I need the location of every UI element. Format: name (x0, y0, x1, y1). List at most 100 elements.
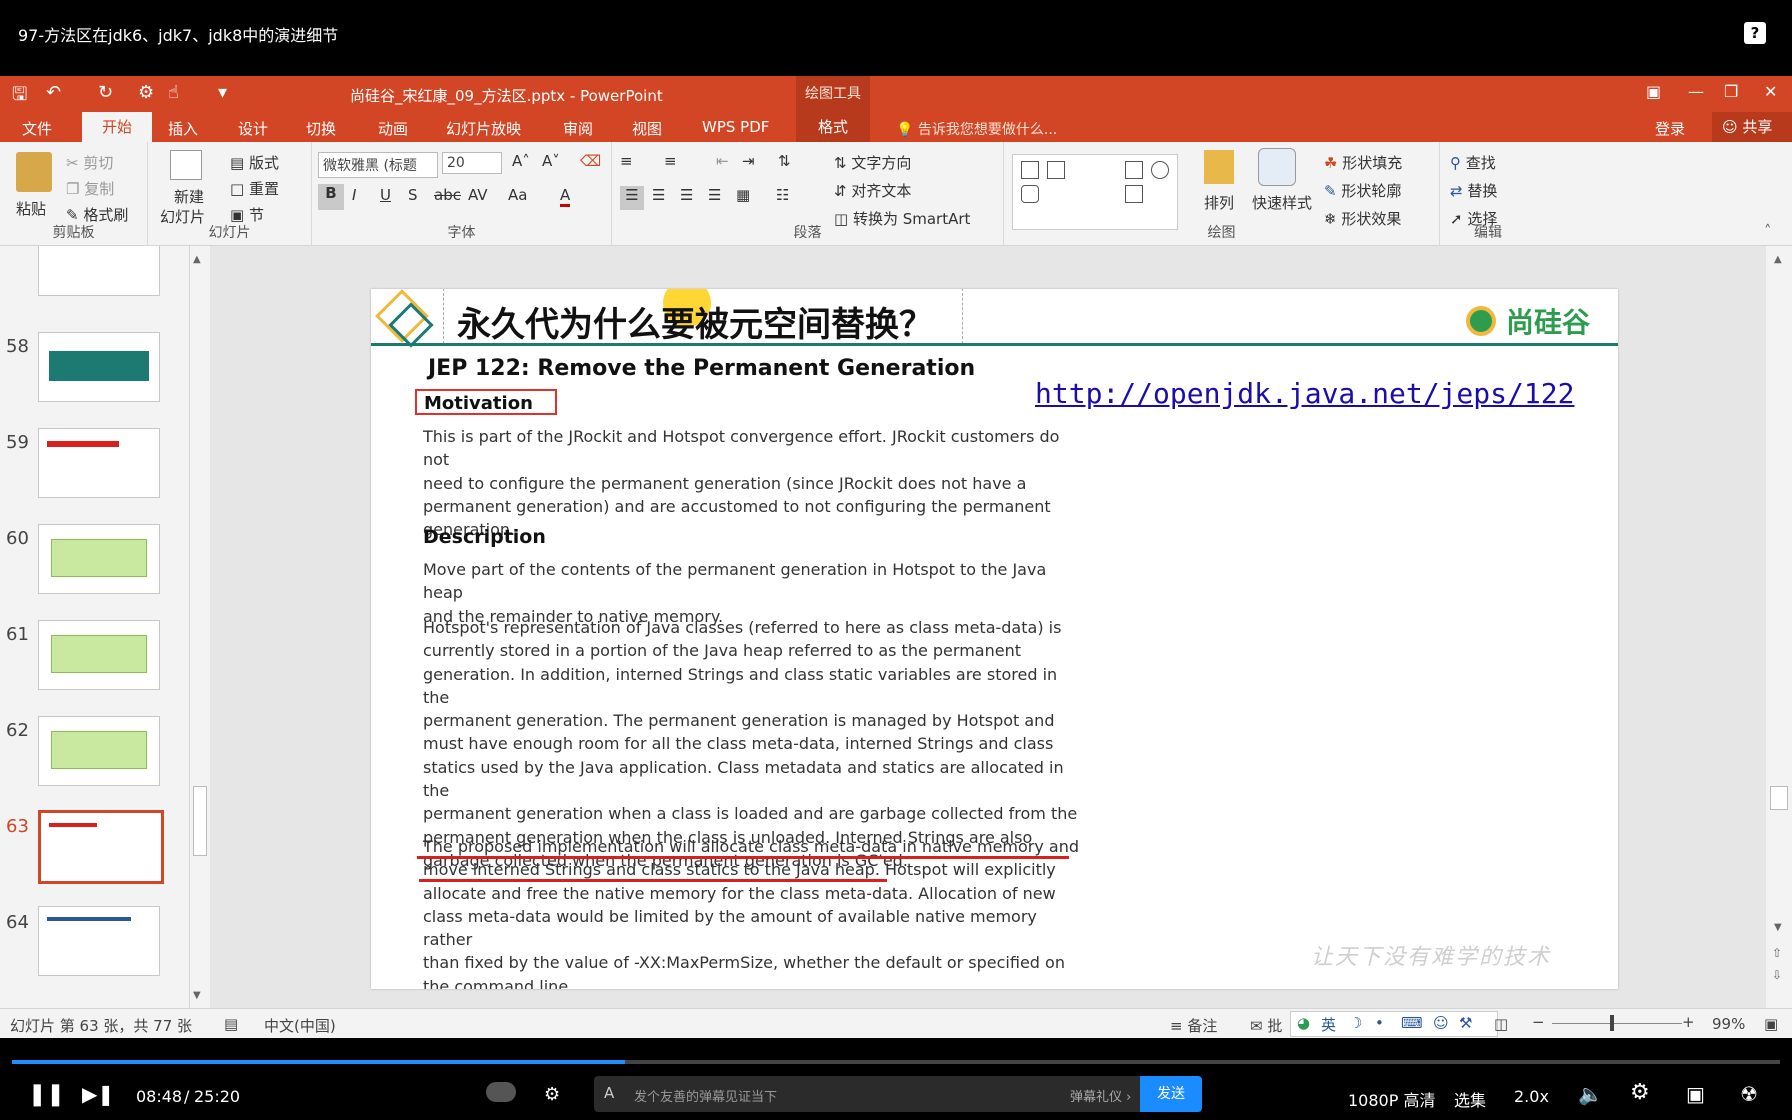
arrange-icon[interactable] (1204, 150, 1234, 184)
slide-thumbnail[interactable] (38, 906, 160, 976)
quick-styles-button[interactable]: 快速样式 (1252, 192, 1312, 213)
change-case-icon[interactable]: Aa (508, 186, 527, 204)
motivation-heading[interactable]: Motivation (415, 389, 557, 415)
language-indicator[interactable]: 中文(中国) (264, 1015, 336, 1036)
reset-button[interactable]: □ 重置 (230, 178, 279, 199)
episodes-button[interactable]: 选集 (1454, 1087, 1486, 1111)
font-name-select[interactable]: 微软雅黑 (标题 (318, 152, 438, 178)
picture-in-picture-icon[interactable]: ▣ (1686, 1082, 1705, 1106)
motivation-paragraph[interactable]: This is part of the JRockit and Hotspot … (423, 425, 1083, 541)
zoom-slider[interactable] (1552, 1023, 1682, 1024)
paste-icon[interactable] (16, 152, 52, 192)
slide-title[interactable]: 永久代为什么要被元空间替换？ (457, 297, 933, 346)
columns-icon[interactable]: ☷ (776, 186, 789, 204)
start-slideshow-icon[interactable]: ⚙ (138, 82, 154, 103)
scroll-thumb[interactable] (193, 786, 207, 856)
send-danmu-button[interactable]: 发送 (1140, 1076, 1202, 1112)
pause-icon[interactable]: ❚❚ (28, 1082, 65, 1107)
shadow-icon[interactable]: S (408, 186, 418, 204)
collapse-ribbon-icon[interactable]: ˄ (1764, 222, 1772, 240)
decrease-indent-icon[interactable]: ⇤ (716, 152, 729, 170)
numbering-icon[interactable]: ≡ (664, 152, 677, 170)
slide-thumbnail[interactable] (38, 524, 160, 594)
settings-icon[interactable]: ⚙ (1630, 1080, 1650, 1105)
slide-thumbnail[interactable] (38, 428, 160, 498)
quality-selector[interactable]: 1080P 高清 (1348, 1087, 1435, 1111)
shapes-gallery[interactable] (1012, 154, 1178, 230)
user-icon[interactable]: ☺ (1433, 1014, 1449, 1032)
login-link[interactable]: 登录 (1655, 118, 1685, 139)
strikethrough-icon[interactable]: abc (434, 186, 461, 204)
scroll-down-icon[interactable]: ▼ (193, 990, 201, 1001)
danmu-etiquette-link[interactable]: 弹幕礼仪 › (1070, 1086, 1131, 1105)
description-paragraph-2[interactable]: Hotspot's representation of Java classes… (423, 616, 1083, 872)
slide-canvas[interactable]: 永久代为什么要被元空间替换？ 尚硅谷 JEP 122: Remove the P… (371, 289, 1618, 989)
ime-toolbar[interactable]: ◕ 英 ☽ • ⌨ ☺ ⚒ (1290, 1011, 1498, 1037)
tab-view[interactable]: 视图 (632, 118, 662, 139)
char-spacing-icon[interactable]: AV (468, 186, 488, 204)
align-text-button[interactable]: ⇵ 对齐文本 (834, 180, 911, 201)
underline-icon[interactable]: U (380, 186, 391, 204)
shape-fill-button[interactable]: ☘ 形状填充 (1324, 152, 1402, 173)
bullets-icon[interactable]: ≡ (620, 152, 633, 170)
description-heading[interactable]: Description (423, 526, 546, 548)
restore-icon[interactable]: ❐ (1724, 82, 1738, 101)
fullscreen-icon[interactable]: ☢ (1740, 1082, 1758, 1106)
thumbnail-scrollbar[interactable]: ▲ ▼ (190, 246, 210, 1008)
grow-font-icon[interactable]: A˄ (512, 152, 530, 170)
share-button[interactable]: ☺ 共享 (1712, 112, 1792, 142)
notes-button[interactable]: ≡ 备注 (1170, 1015, 1217, 1036)
layout-button[interactable]: ▤ 版式 (230, 152, 279, 173)
tab-wps-pdf[interactable]: WPS PDF (702, 118, 769, 136)
shrink-font-icon[interactable]: A˅ (542, 152, 560, 170)
scroll-down-icon[interactable]: ▼ (1774, 922, 1782, 933)
slideshow-view-icon[interactable]: ◫ (1494, 1015, 1508, 1033)
close-icon[interactable]: ✕ (1764, 82, 1777, 101)
tab-transitions[interactable]: 切换 (306, 118, 336, 139)
oval-shape-icon[interactable] (1151, 161, 1169, 179)
wrench-icon[interactable]: ⚒ (1459, 1014, 1472, 1032)
text-direction-button[interactable]: ⇅ 文字方向 (834, 152, 911, 173)
new-slide-button[interactable]: 新建 (174, 186, 204, 207)
tab-format[interactable]: 格式 (796, 112, 870, 142)
tab-animations[interactable]: 动画 (378, 118, 408, 139)
scroll-up-icon[interactable]: ▲ (1774, 254, 1782, 265)
tab-insert[interactable]: 插入 (168, 118, 198, 139)
font-size-select[interactable]: 20 (442, 152, 502, 174)
justify-icon[interactable]: ☰ (708, 186, 721, 204)
tell-me-search[interactable]: 💡 告诉我您想要做什么... (896, 119, 1057, 139)
paste-button[interactable]: 粘贴 (16, 198, 46, 219)
clear-format-icon[interactable]: ⌫ (580, 152, 601, 170)
tab-file[interactable]: 文件 (22, 118, 52, 139)
slide-thumbnail[interactable] (38, 620, 160, 690)
spellcheck-icon[interactable]: ▤ (224, 1015, 238, 1033)
distribute-icon[interactable]: ▦ (736, 186, 750, 204)
next-episode-icon[interactable]: ▶❚ (82, 1082, 114, 1106)
moon-icon[interactable]: ☽ (1349, 1014, 1362, 1032)
previous-slide-icon[interactable]: ⇧ (1772, 946, 1782, 960)
tab-home[interactable]: 开始 (82, 112, 152, 142)
arrow-shape-icon[interactable] (1125, 185, 1143, 203)
minimize-icon[interactable]: — (1688, 82, 1704, 101)
copy-button[interactable]: ❐ 复制 (66, 178, 114, 199)
cut-button[interactable]: ✂ 剪切 (66, 152, 113, 173)
tab-slideshow[interactable]: 幻灯片放映 (446, 118, 521, 139)
quick-styles-icon[interactable] (1258, 148, 1296, 186)
zoom-in-icon[interactable]: + (1682, 1013, 1695, 1031)
punctuation-icon[interactable]: • (1375, 1014, 1384, 1032)
shape-outline-button[interactable]: ✎ 形状轮廓 (1324, 180, 1401, 201)
zoom-level[interactable]: 99% (1712, 1015, 1745, 1033)
slide-thumbnail[interactable] (38, 332, 160, 402)
editor-scrollbar[interactable]: ▲ ▼ ⇧ ⇩ (1766, 246, 1792, 1008)
undo-icon[interactable]: ↶ (46, 82, 61, 103)
increase-indent-icon[interactable]: ⇥ (742, 152, 755, 170)
slide-thumbnail-selected[interactable] (38, 810, 164, 884)
find-button[interactable]: ⚲ 查找 (1450, 152, 1496, 173)
font-color-icon[interactable]: A (560, 186, 571, 207)
save-icon[interactable]: 🖫 (12, 82, 27, 112)
slide-thumbnail-57[interactable] (38, 246, 160, 296)
scroll-thumb[interactable] (1770, 786, 1788, 810)
zoom-slider-thumb[interactable] (1610, 1015, 1614, 1031)
triangle-shape-icon[interactable] (1047, 185, 1065, 203)
volume-icon[interactable]: 🔈 (1578, 1082, 1603, 1106)
